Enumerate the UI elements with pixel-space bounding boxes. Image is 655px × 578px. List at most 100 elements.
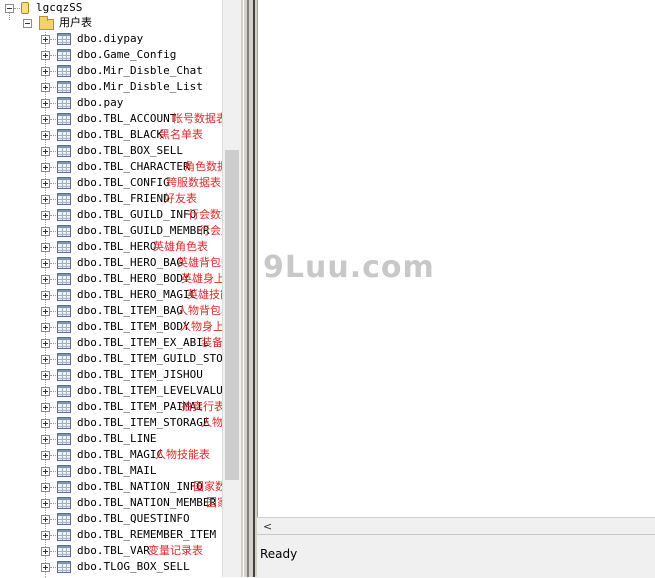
table-icon bbox=[57, 241, 71, 253]
expand-icon[interactable] bbox=[41, 51, 50, 60]
table-name: dbo.Game_Config bbox=[77, 48, 177, 61]
tree-branch bbox=[50, 183, 56, 184]
table-name: dbo.TBL_LINE bbox=[77, 432, 157, 445]
table-icon bbox=[57, 321, 71, 333]
expand-icon[interactable] bbox=[41, 131, 50, 140]
pane-splitter[interactable] bbox=[241, 0, 257, 577]
tree-branch bbox=[50, 359, 56, 360]
table-name: dbo.TBL_ITEM_GUILD_STORA bbox=[77, 352, 236, 365]
expand-icon[interactable] bbox=[41, 547, 50, 556]
scroll-left-icon[interactable]: < bbox=[263, 520, 272, 533]
expand-icon[interactable] bbox=[41, 291, 50, 300]
table-annotation: 拍卖行表 bbox=[181, 400, 225, 413]
tree-branch bbox=[50, 151, 56, 152]
table-icon bbox=[57, 273, 71, 285]
table-icon bbox=[57, 161, 71, 173]
expand-icon[interactable] bbox=[41, 259, 50, 268]
table-icon bbox=[57, 193, 71, 205]
expand-icon[interactable] bbox=[41, 99, 50, 108]
tree-branch bbox=[50, 455, 56, 456]
expand-icon[interactable] bbox=[41, 275, 50, 284]
expand-icon[interactable] bbox=[41, 67, 50, 76]
table-name: dbo.TBL_HERO bbox=[77, 240, 157, 253]
table-icon bbox=[57, 97, 71, 109]
expand-icon[interactable] bbox=[41, 339, 50, 348]
table-name: dbo.TBL_ITEM_JISHOU bbox=[77, 368, 203, 381]
tree-branch bbox=[50, 199, 56, 200]
expand-icon[interactable] bbox=[41, 451, 50, 460]
expand-icon[interactable] bbox=[41, 83, 50, 92]
tree-branch bbox=[50, 407, 56, 408]
table-name: dbo.TBL_MAIL bbox=[77, 464, 157, 477]
expand-icon[interactable] bbox=[41, 403, 50, 412]
table-name: dbo.TBL_MAGIC bbox=[77, 448, 164, 461]
table-name: dbo.diypay bbox=[77, 32, 144, 45]
table-icon bbox=[57, 513, 71, 525]
table-icon bbox=[57, 369, 71, 381]
tree-branch bbox=[50, 391, 56, 392]
expand-icon[interactable] bbox=[41, 499, 50, 508]
table-name: dbo.TBL_CONFIG bbox=[77, 176, 170, 189]
expand-icon[interactable] bbox=[41, 243, 50, 252]
collapse-icon[interactable] bbox=[23, 19, 32, 28]
table-annotation: 人物技能表 bbox=[155, 448, 210, 461]
table-icon bbox=[57, 33, 71, 45]
tree-branch bbox=[50, 263, 56, 264]
table-name: dbo.TBL_ITEM_LEVELVALUE bbox=[77, 384, 230, 397]
expand-icon[interactable] bbox=[41, 195, 50, 204]
table-name: dbo.TBL_GUILD_INFO bbox=[77, 208, 197, 221]
folder-icon bbox=[39, 16, 54, 30]
expand-icon[interactable] bbox=[41, 563, 50, 572]
splitter-dark-edge bbox=[253, 0, 255, 577]
table-name: dbo.TBL_QUESTINFO bbox=[77, 512, 190, 525]
expand-icon[interactable] bbox=[41, 467, 50, 476]
table-icon bbox=[57, 49, 71, 61]
expand-icon[interactable] bbox=[41, 531, 50, 540]
expand-icon[interactable] bbox=[41, 387, 50, 396]
expand-icon[interactable] bbox=[41, 515, 50, 524]
table-icon bbox=[57, 337, 71, 349]
table-name: dbo.TBL_ITEM_EX_ABIL bbox=[77, 336, 210, 349]
expand-icon[interactable] bbox=[41, 355, 50, 364]
table-icon bbox=[57, 113, 71, 125]
expand-icon[interactable] bbox=[41, 211, 50, 220]
tree-branch bbox=[50, 55, 56, 56]
expand-icon[interactable] bbox=[41, 419, 50, 428]
expand-icon[interactable] bbox=[41, 179, 50, 188]
expand-icon[interactable] bbox=[41, 115, 50, 124]
folder-label: 用户表 bbox=[59, 16, 92, 29]
table-icon bbox=[57, 145, 71, 157]
expand-icon[interactable] bbox=[41, 35, 50, 44]
expand-icon[interactable] bbox=[41, 371, 50, 380]
table-icon bbox=[57, 129, 71, 141]
collapse-icon[interactable] bbox=[5, 4, 14, 13]
table-icon bbox=[57, 209, 71, 221]
table-icon bbox=[57, 401, 71, 413]
expand-icon[interactable] bbox=[41, 163, 50, 172]
table-name: dbo.TBL_ITEM_STORAGE bbox=[77, 416, 210, 429]
tree-branch bbox=[50, 551, 56, 552]
table-name: dbo.TBL_HERO_BODY bbox=[77, 272, 190, 285]
expand-icon[interactable] bbox=[41, 147, 50, 156]
table-icon bbox=[57, 177, 71, 189]
expand-icon[interactable] bbox=[41, 307, 50, 316]
table-name: dbo.Mir_Disble_Chat bbox=[77, 64, 203, 77]
table-icon bbox=[57, 481, 71, 493]
table-icon bbox=[57, 289, 71, 301]
tree-branch bbox=[50, 487, 56, 488]
watermark: 9Luu.com bbox=[263, 250, 435, 285]
table-icon bbox=[57, 417, 71, 429]
table-name: dbo.TBL_NATION_INFO bbox=[77, 480, 203, 493]
expand-icon[interactable] bbox=[41, 483, 50, 492]
tree-branch bbox=[50, 311, 56, 312]
table-annotation: 变量记录表 bbox=[148, 544, 203, 557]
scrollbar-thumb[interactable] bbox=[225, 150, 239, 480]
tree-vertical-scrollbar[interactable] bbox=[222, 0, 242, 577]
expand-icon[interactable] bbox=[41, 227, 50, 236]
expand-icon[interactable] bbox=[41, 323, 50, 332]
table-name: dbo.TBL_HERO_BAG bbox=[77, 256, 183, 269]
detail-panel: < Ready bbox=[257, 0, 655, 578]
expand-icon[interactable] bbox=[41, 435, 50, 444]
horizontal-scrollbar[interactable]: < bbox=[257, 517, 655, 535]
table-icon bbox=[57, 465, 71, 477]
